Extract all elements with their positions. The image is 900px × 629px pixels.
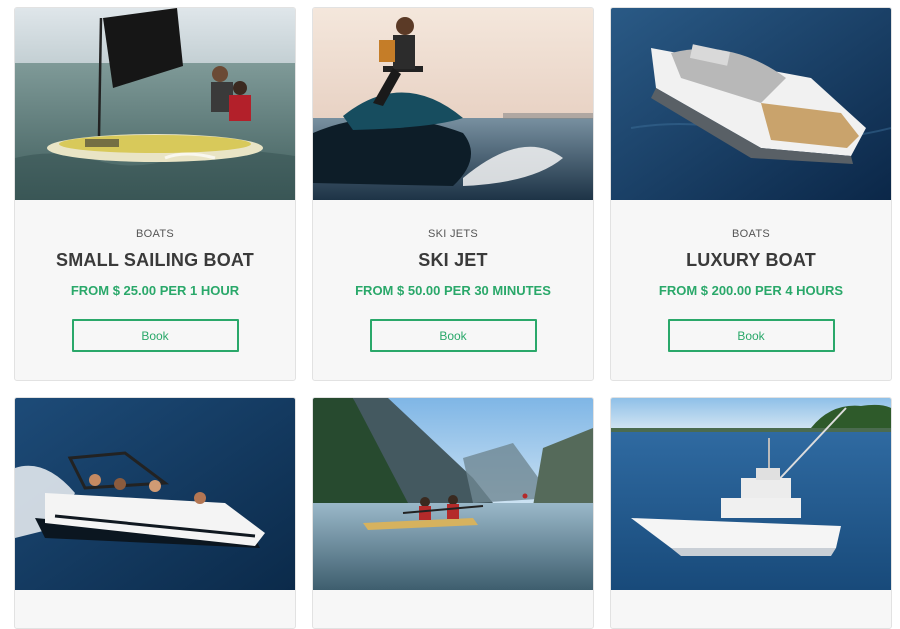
product-card-yacht: [610, 397, 892, 629]
product-price: FROM $ 50.00 PER 30 MINUTES: [355, 283, 551, 298]
product-title[interactable]: SMALL SAILING BOAT: [15, 250, 295, 271]
product-title[interactable]: LUXURY BOAT: [611, 250, 891, 271]
speedboat-photo[interactable]: [15, 398, 295, 590]
book-button[interactable]: Book: [667, 319, 835, 352]
yacht-photo[interactable]: [611, 398, 891, 590]
product-price: FROM $ 25.00 PER 1 HOUR: [70, 283, 240, 298]
product-price: FROM $ 200.00 PER 4 HOURS: [658, 283, 844, 298]
kayak-photo[interactable]: [313, 398, 593, 590]
sailing-boat-photo[interactable]: [15, 8, 295, 200]
product-card-ski-jet: SKI JETS SKI JET FROM $ 50.00 PER 30 MIN…: [312, 7, 594, 381]
book-button[interactable]: Book: [369, 319, 537, 352]
product-title[interactable]: SKI JET: [313, 250, 593, 271]
product-category: BOATS: [136, 228, 174, 240]
product-category: BOATS: [732, 228, 770, 240]
product-card-small-sailing-boat: BOATS SMALL SAILING BOAT FROM $ 25.00 PE…: [14, 7, 296, 381]
product-card-luxury-boat: BOATS LUXURY BOAT FROM $ 200.00 PER 4 HO…: [610, 7, 892, 381]
product-card-kayak: [312, 397, 594, 629]
ski-jet-photo[interactable]: [313, 8, 593, 200]
product-category: SKI JETS: [427, 228, 479, 240]
book-button[interactable]: Book: [71, 319, 239, 352]
luxury-boat-photo[interactable]: [611, 8, 891, 200]
product-card-speedboat: [14, 397, 296, 629]
